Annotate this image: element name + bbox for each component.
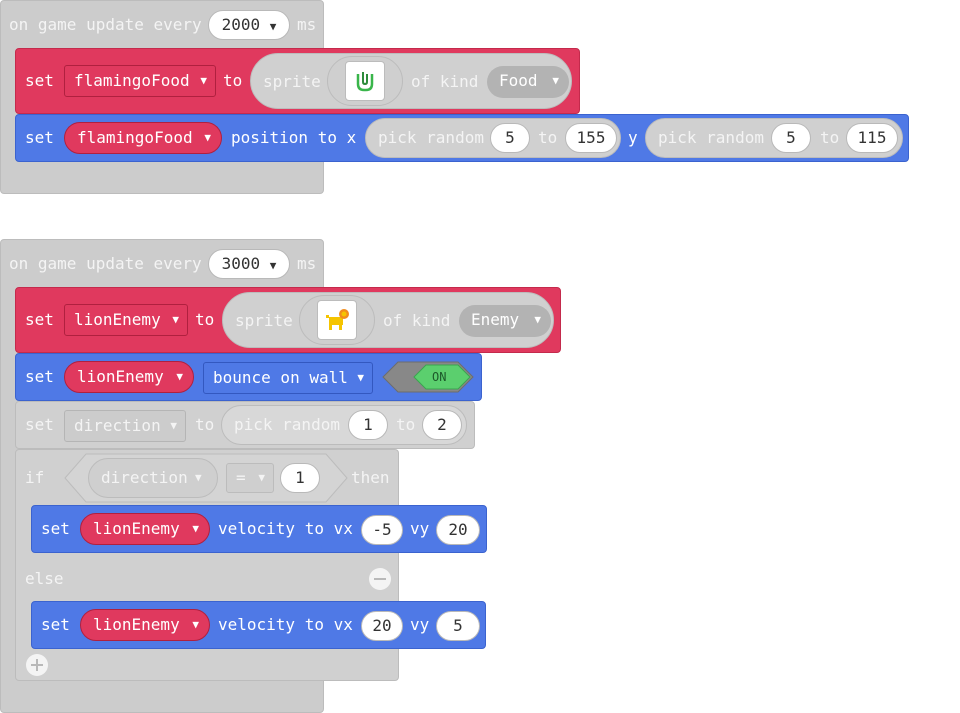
pick-random-label: pick random <box>234 415 340 434</box>
toggle-shape-icon <box>382 361 474 393</box>
of-kind-label: of kind <box>383 311 451 330</box>
min-input[interactable]: 1 <box>348 410 388 440</box>
vx-input[interactable]: -5 <box>361 515 403 545</box>
interval-dropdown[interactable]: 3000 ▼ <box>208 249 290 279</box>
velocity-label: velocity to vx <box>218 615 353 634</box>
unit-label: ms <box>297 15 317 34</box>
set-sprite-block[interactable]: set lionEnemy ▼ to sprite of kind Enemy ▼ <box>15 287 561 353</box>
condition-block[interactable]: direction ▼ = ▼ 1 <box>64 453 348 503</box>
max-input[interactable]: 2 <box>422 410 462 440</box>
set-label: set <box>25 310 54 329</box>
direction-variable[interactable]: direction ▼ <box>88 458 218 498</box>
chevron-down-icon: ▼ <box>172 313 179 326</box>
sprite-label: sprite <box>235 311 293 330</box>
vy-input[interactable]: 5 <box>436 611 480 641</box>
pick-random-y[interactable]: pick random 5 to 115 <box>645 118 903 158</box>
variable-dropdown[interactable]: lionEnemy ▼ <box>80 513 210 545</box>
variable-dropdown[interactable]: lionEnemy ▼ <box>64 304 188 336</box>
chevron-down-icon: ▼ <box>170 419 177 432</box>
chevron-down-icon: ▼ <box>534 313 541 326</box>
velocity-label: velocity to vx <box>218 519 353 538</box>
set-label: set <box>41 615 70 634</box>
sprite-label: sprite <box>263 72 321 91</box>
bounce-on-wall-block[interactable]: set lionEnemy ▼ bounce on wall ▼ ON <box>15 353 482 401</box>
food-sprite-icon <box>356 72 374 92</box>
sprite-thumbnail[interactable] <box>317 300 357 340</box>
max-input[interactable]: 115 <box>846 123 898 153</box>
sprite-of-kind-block[interactable]: sprite of kind Enemy ▼ <box>222 292 554 348</box>
sprite-image-slot[interactable] <box>299 295 375 345</box>
pick-random-label: pick random <box>378 128 484 147</box>
max-input[interactable]: 155 <box>565 123 617 153</box>
chevron-down-icon: ▼ <box>176 370 183 383</box>
set-label: set <box>25 128 54 147</box>
chevron-down-icon: ▼ <box>357 371 364 384</box>
if-label: if <box>25 468 45 487</box>
to-label: to <box>820 128 840 147</box>
vy-label: vy <box>410 615 430 634</box>
variable-dropdown[interactable]: lionEnemy ▼ <box>80 609 210 641</box>
on-toggle[interactable]: ON <box>382 361 474 393</box>
toggle-label: ON <box>432 370 447 384</box>
sprite-image-slot[interactable] <box>327 56 403 106</box>
remove-else-button[interactable] <box>369 568 391 590</box>
flag-dropdown[interactable]: bounce on wall ▼ <box>203 362 373 394</box>
set-position-block[interactable]: set flamingoFood ▼ position to x pick ran… <box>15 114 909 162</box>
set-label: set <box>25 367 54 386</box>
sprite-of-kind-block[interactable]: sprite of kind Food ▼ <box>250 53 572 109</box>
of-kind-label: of kind <box>411 72 479 91</box>
position-label: position to x <box>231 128 357 147</box>
variable-dropdown[interactable]: flamingoFood ▼ <box>64 65 216 97</box>
variable-dropdown[interactable]: direction ▼ <box>64 410 186 442</box>
kind-dropdown[interactable]: Food ▼ <box>487 66 569 98</box>
add-else-if-button[interactable] <box>26 654 48 676</box>
set-label: set <box>41 519 70 538</box>
lion-sprite-icon <box>326 309 349 330</box>
variable-label: direction <box>101 468 188 487</box>
chevron-down-icon: ▼ <box>269 20 277 33</box>
hat-label: on game update every <box>9 254 202 273</box>
chevron-down-icon: ▼ <box>195 471 202 484</box>
vx-input[interactable]: 20 <box>361 611 403 641</box>
set-sprite-block[interactable]: set flamingoFood ▼ to sprite of kind Food… <box>15 48 580 114</box>
min-input[interactable]: 5 <box>771 123 811 153</box>
else-label: else <box>25 569 64 588</box>
chevron-down-icon: ▼ <box>192 522 199 535</box>
to-label: to <box>223 71 243 90</box>
unit-label: ms <box>297 254 317 273</box>
chevron-down-icon: ▼ <box>258 471 265 484</box>
hat-label: on game update every <box>9 15 202 34</box>
vy-input[interactable]: 20 <box>436 515 480 545</box>
interval-dropdown[interactable]: 2000 ▼ <box>208 10 290 40</box>
compare-value-input[interactable]: 1 <box>280 463 320 493</box>
chevron-down-icon: ▼ <box>204 131 211 144</box>
set-velocity-block-1[interactable]: set lionEnemy ▼ velocity to vx -5 vy 20 <box>31 505 487 553</box>
to-label: to <box>538 128 558 147</box>
pick-random-label: pick random <box>658 128 764 147</box>
kind-dropdown[interactable]: Enemy ▼ <box>459 305 551 337</box>
y-label: y <box>628 128 638 147</box>
set-direction-block[interactable]: set direction ▼ to pick random 1 to 2 <box>15 401 475 449</box>
set-label: set <box>25 71 54 90</box>
sprite-thumbnail[interactable] <box>345 61 385 101</box>
pick-random[interactable]: pick random 1 to 2 <box>221 405 467 445</box>
chevron-down-icon: ▼ <box>200 74 207 87</box>
chevron-down-icon: ▼ <box>192 618 199 631</box>
to-label: to <box>396 415 416 434</box>
variable-dropdown[interactable]: lionEnemy ▼ <box>64 361 194 393</box>
set-label: set <box>25 415 54 434</box>
to-label: to <box>195 415 215 434</box>
set-velocity-block-2[interactable]: set lionEnemy ▼ velocity to vx 20 vy 5 <box>31 601 486 649</box>
pick-random-x[interactable]: pick random 5 to 155 <box>365 118 621 158</box>
vy-label: vy <box>410 519 430 538</box>
minus-icon <box>374 578 386 580</box>
chevron-down-icon: ▼ <box>552 74 559 87</box>
to-label: to <box>195 310 215 329</box>
variable-dropdown[interactable]: flamingoFood ▼ <box>64 122 222 154</box>
chevron-down-icon: ▼ <box>269 259 277 272</box>
then-label: then <box>351 468 390 487</box>
min-input[interactable]: 5 <box>490 123 530 153</box>
operator-dropdown[interactable]: = ▼ <box>226 463 274 493</box>
